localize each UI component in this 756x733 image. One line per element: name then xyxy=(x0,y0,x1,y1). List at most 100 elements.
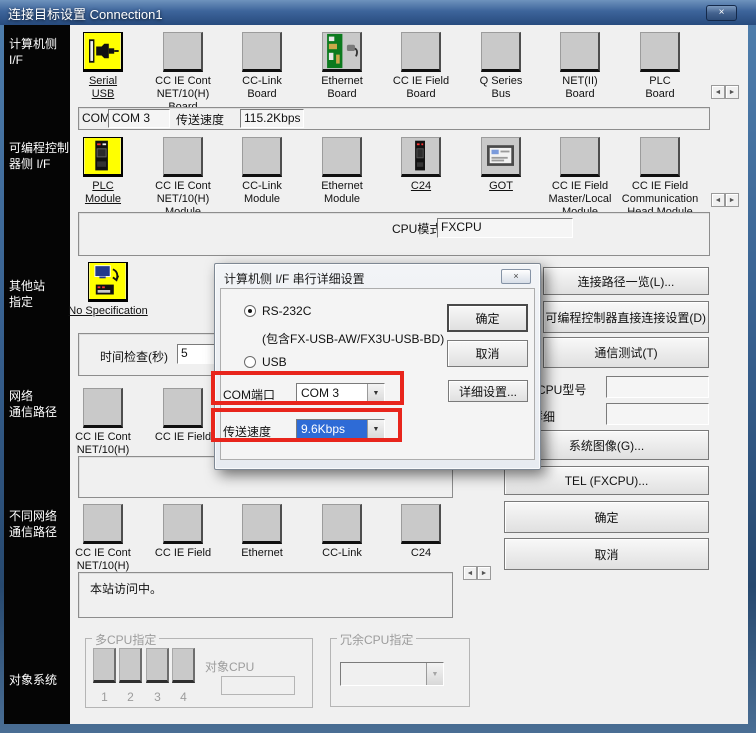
diffnet-scroll-left-button[interactable]: ◄ xyxy=(463,566,477,580)
rs232c-label: RS-232C xyxy=(262,304,311,318)
multi-cpu-label-3: 3 xyxy=(146,690,169,704)
window-title: 连接目标设置 Connection1 xyxy=(8,4,163,23)
pcif-cell-plc-board: PLC Board xyxy=(614,32,706,101)
multi-cpu-button-2 xyxy=(119,648,142,683)
diffnet-label-c24: C24 xyxy=(375,547,467,560)
cpu-model-label: CPU型号 xyxy=(537,381,586,398)
window-close-button[interactable]: × xyxy=(706,5,737,21)
diffnet-label-ethernet: Ethernet xyxy=(216,547,308,560)
plcif-scroll-left-button[interactable]: ◄ xyxy=(711,193,725,207)
cc-link-module-icon xyxy=(242,137,282,177)
ethernet-module-icon xyxy=(322,137,362,177)
usb-label: USB xyxy=(262,355,287,369)
plcif-label-plc-module: PLC Module xyxy=(57,180,149,206)
diffnet-cell-ethernet: Ethernet xyxy=(216,504,308,560)
multi-cpu-button-4 xyxy=(172,648,195,683)
other-station-cell-no-spec[interactable]: No Specification xyxy=(62,262,154,318)
pcif-cell-serial-usb[interactable]: Serial USB xyxy=(57,32,149,101)
pcif-cell-cc-link-board: CC-Link Board xyxy=(216,32,308,101)
com-settings-panel xyxy=(78,107,710,130)
pcif-label-cc-ie-field-board: CC IE Field Board xyxy=(375,75,467,101)
netroute-cell-cc-ie-cont: CC IE Cont NET/10(H) xyxy=(57,388,149,457)
plc-module-icon xyxy=(83,137,123,177)
got-icon xyxy=(481,137,521,177)
pcif-cell-cc-ie-field-board: CC IE Field Board xyxy=(375,32,467,101)
sidebar-item-other-station: 其他站 指定 xyxy=(9,278,45,310)
detail-settings-button[interactable]: 详细设置... xyxy=(448,380,528,402)
cc-ie-field-board-icon xyxy=(401,32,441,72)
diffnet-cc-ie-cont-icon xyxy=(83,504,123,544)
serial-dialog-ok-button[interactable]: 确定 xyxy=(447,304,528,332)
ok-button[interactable]: 确定 xyxy=(504,501,709,533)
no-specification-label: No Specification xyxy=(62,305,154,318)
redundant-cpu-group-title: 冗余CPU指定 xyxy=(337,631,416,648)
tel-button[interactable]: TEL (FXCPU)... xyxy=(504,466,709,495)
com-label: COM xyxy=(82,111,110,125)
multi-cpu-button-1 xyxy=(93,648,116,683)
access-status-text: 本站访问中。 xyxy=(90,580,162,597)
baud-value-field: 115.2Kbps xyxy=(240,109,304,128)
sidebar: 计算机侧 I/F 可编程控制 器侧 I/F 其他站 指定 网络 通信路径 不同网… xyxy=(4,25,70,724)
no-specification-icon xyxy=(88,262,128,302)
sidebar-item-target-system: 对象系统 xyxy=(9,672,57,688)
plcif-cell-c24[interactable]: C24 xyxy=(375,137,467,193)
direct-connection-button[interactable]: 可编程控制器直接连接设置(D) xyxy=(543,301,709,333)
pcif-scroll-left-button[interactable]: ◄ xyxy=(711,85,725,99)
diffnet-cell-c24: C24 xyxy=(375,504,467,560)
redundant-cpu-dropdown-arrow-icon: ▼ xyxy=(426,663,443,685)
comm-test-button[interactable]: 通信测试(T) xyxy=(543,337,709,368)
plcif-scroll-right-button[interactable]: ► xyxy=(725,193,739,207)
cc-ie-cont-board-icon xyxy=(163,32,203,72)
plcif-cell-cc-ie-field-head: CC IE Field Communication Head Module xyxy=(614,137,706,219)
cc-ie-cont-module-icon xyxy=(163,137,203,177)
diffnet-cell-cc-ie-cont: CC IE Cont NET/10(H) xyxy=(57,504,149,573)
window-titlebar: 连接目标设置 Connection1 xyxy=(0,0,756,25)
com-value-field: COM 3 xyxy=(108,109,170,128)
multi-cpu-label-1: 1 xyxy=(93,690,116,704)
diffnet-cc-link-icon xyxy=(322,504,362,544)
plcif-label-c24: C24 xyxy=(375,180,467,193)
cpu-mode-field: FXCPU xyxy=(437,218,573,238)
plc-board-icon xyxy=(640,32,680,72)
highlight-box-com-port xyxy=(211,371,404,405)
pcif-label-serial-usb: Serial USB xyxy=(57,75,149,101)
multi-cpu-label-2: 2 xyxy=(119,690,142,704)
diffnet-ethernet-icon xyxy=(242,504,282,544)
multi-cpu-button-3 xyxy=(146,648,169,683)
redundant-cpu-dropdown: ▼ xyxy=(340,662,444,686)
net2-board-icon xyxy=(560,32,600,72)
cancel-button[interactable]: 取消 xyxy=(504,538,709,570)
serial-dialog-close-button[interactable]: × xyxy=(501,269,531,284)
pcif-cell-net2-board: NET(II) Board xyxy=(534,32,626,101)
cc-link-board-icon xyxy=(242,32,282,72)
cc-ie-field-head-icon xyxy=(640,137,680,177)
sidebar-item-pc-if: 计算机侧 I/F xyxy=(9,36,57,68)
diffnet-scroll-right-button[interactable]: ► xyxy=(477,566,491,580)
usb-radio[interactable] xyxy=(244,356,256,368)
plcif-cell-cc-ie-field-master: CC IE Field Master/Local Module xyxy=(534,137,626,219)
multi-cpu-group-title: 多CPU指定 xyxy=(92,631,159,648)
connection-list-button[interactable]: 连接路径一览(L)... xyxy=(543,267,709,295)
netroute-cc-ie-field-icon xyxy=(163,388,203,428)
serial-dialog-cancel-button[interactable]: 取消 xyxy=(447,340,528,367)
q-series-bus-icon xyxy=(481,32,521,72)
sidebar-item-network-route: 网络 通信路径 xyxy=(9,388,57,420)
cpu-model-field xyxy=(606,376,709,398)
plcif-label-cc-link-module: CC-Link Module xyxy=(216,180,308,206)
rs232c-radio[interactable] xyxy=(244,305,256,317)
pcif-label-plc-board: PLC Board xyxy=(614,75,706,101)
c24-icon xyxy=(401,137,441,177)
netroute-label-cc-ie-cont: CC IE Cont NET/10(H) xyxy=(57,431,149,457)
serial-usb-icon xyxy=(83,32,123,72)
sidebar-item-diff-network-route: 不同网络 通信路径 xyxy=(9,508,57,540)
time-check-label: 时间检查(秒) xyxy=(100,348,168,365)
ethernet-board-icon xyxy=(322,32,362,72)
pcif-label-net2-board: NET(II) Board xyxy=(534,75,626,101)
cc-ie-field-master-icon xyxy=(560,137,600,177)
plcif-cell-plc-module[interactable]: PLC Module xyxy=(57,137,149,206)
detail-field xyxy=(606,403,709,425)
pcif-scroll-right-button[interactable]: ► xyxy=(725,85,739,99)
rs232c-note: (包含FX-USB-AW/FX3U-USB-BD) xyxy=(262,330,444,347)
plcif-cell-cc-link-module: CC-Link Module xyxy=(216,137,308,206)
pcif-label-cc-link-board: CC-Link Board xyxy=(216,75,308,101)
